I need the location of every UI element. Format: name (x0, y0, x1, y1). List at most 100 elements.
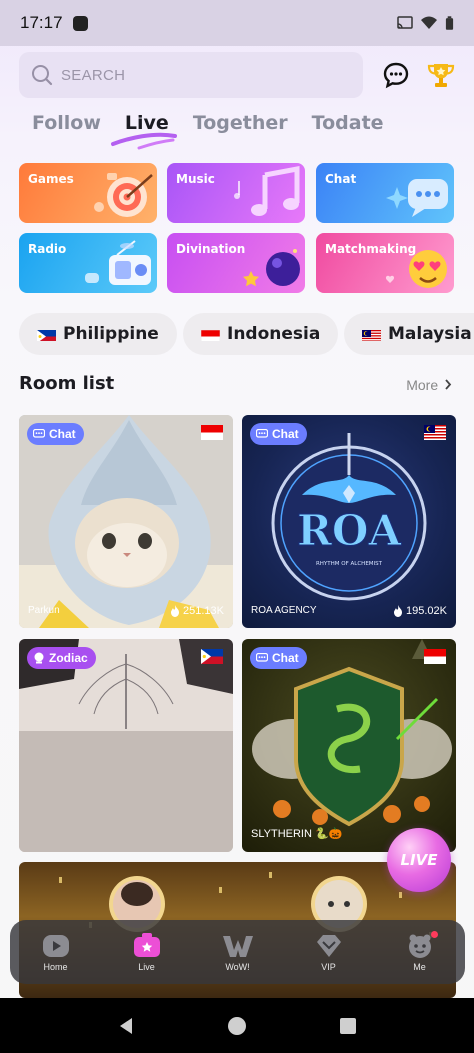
recents-icon[interactable] (338, 1016, 358, 1036)
room-card[interactable]: Chat SLYTHERIN 🐍🎃 (242, 639, 456, 852)
more-label: More (406, 377, 439, 393)
roa-logo-text: ROA (297, 506, 402, 555)
top-tabs: Follow Live Together Todate (32, 112, 408, 150)
category-music[interactable]: Music (167, 163, 305, 223)
room-tag-label: Chat (272, 427, 299, 441)
go-live-label: LIVE (400, 851, 438, 869)
slytherin-crest-image (252, 639, 452, 827)
back-icon[interactable] (116, 1016, 136, 1036)
nav-me[interactable]: Me (380, 930, 460, 972)
nav-label: Me (413, 961, 426, 972)
chat-bubble-icon (386, 179, 448, 217)
wifi-icon (421, 16, 437, 29)
room-popularity-value: 251.13K (183, 605, 224, 617)
room-tag: Zodiac (27, 647, 96, 669)
room-popularity: 195.02K (393, 605, 447, 617)
room-card[interactable]: Zodiac (19, 639, 233, 852)
room-tag: Chat (250, 423, 307, 445)
battery-icon (445, 15, 454, 30)
nav-home[interactable]: Home (16, 933, 96, 972)
nav-label: Home (43, 961, 68, 972)
indonesia-flag-icon (201, 328, 220, 341)
heart-eyes-emoji-icon (385, 250, 447, 288)
status-bar: 17:17 (0, 0, 474, 46)
ranking-button[interactable] (426, 60, 456, 90)
philippine-flag-icon (201, 649, 223, 664)
roa-logo-image: ROA RHYTHM OF ALCHEMIST (271, 433, 427, 601)
room-card[interactable]: ROA RHYTHM OF ALCHEMIST Chat ROA AGENCY … (242, 415, 456, 628)
fire-icon (394, 605, 403, 617)
profile-face-icon (408, 934, 431, 958)
crystal-ball-icon (243, 249, 300, 287)
room-cover-image (19, 415, 233, 628)
tab-live-label: Live (124, 112, 169, 134)
country-chip-label: Indonesia (227, 324, 321, 344)
nav-vip[interactable]: VIP (289, 933, 369, 972)
search-icon (32, 65, 53, 86)
nav-label: VIP (321, 961, 336, 972)
chat-tag-icon (33, 429, 45, 438)
tab-together[interactable]: Together (193, 112, 288, 134)
room-popularity: 251.13K (170, 605, 224, 617)
chat-tag-icon (256, 653, 268, 662)
status-time: 17:17 (20, 13, 63, 32)
home-play-icon (42, 934, 69, 957)
country-chip-label: Malaysia (388, 324, 472, 344)
status-icons (397, 15, 454, 31)
message-button[interactable] (381, 60, 411, 90)
nav-wow[interactable]: WoW! (198, 933, 278, 972)
cast-icon (397, 16, 413, 29)
room-tag: Chat (27, 423, 84, 445)
category-label: Chat (325, 172, 357, 186)
wow-icon (222, 935, 253, 957)
fire-icon (171, 605, 180, 617)
tab-live[interactable]: Live (110, 112, 177, 150)
country-chip-label: Philippine (63, 324, 159, 344)
country-chip-indonesia[interactable]: Indonesia (183, 313, 339, 355)
room-name: ROA AGENCY (251, 605, 317, 616)
room-tag: Chat (250, 647, 307, 669)
indonesia-flag-icon (201, 425, 223, 440)
malaysia-flag-icon (362, 328, 381, 341)
category-matchmaking[interactable]: Matchmaking (316, 233, 454, 293)
search-bar[interactable] (19, 52, 363, 98)
trophy-icon (427, 64, 455, 87)
home-icon[interactable] (227, 1016, 247, 1036)
zodiac-tag-icon (34, 652, 44, 664)
malaysia-flag-icon (424, 425, 446, 440)
category-chat[interactable]: Chat (316, 163, 454, 223)
tab-follow[interactable]: Follow (32, 112, 101, 134)
room-cover-image (19, 639, 233, 852)
category-games[interactable]: Games (19, 163, 157, 223)
category-radio[interactable]: Radio (19, 233, 157, 293)
tab-todate[interactable]: Todate (312, 112, 384, 134)
live-tv-icon (133, 932, 160, 957)
country-chip-malaysia[interactable]: Malaysia (344, 313, 474, 355)
room-name: Parkun (28, 605, 60, 616)
country-chip-philippine[interactable]: Philippine (19, 313, 177, 355)
room-card[interactable]: Chat Parkun 251.13K (19, 415, 233, 628)
system-nav-bar (0, 998, 474, 1053)
chat-bubble-icon (383, 62, 409, 89)
notification-dot (430, 930, 438, 938)
indonesia-flag-icon (424, 649, 446, 664)
philippine-flag-icon (37, 328, 56, 341)
room-name: SLYTHERIN 🐍🎃 (251, 828, 343, 840)
more-link[interactable]: More (406, 377, 452, 393)
room-tag-label: Chat (272, 651, 299, 665)
diamond-icon (316, 934, 341, 957)
category-label: Radio (28, 242, 67, 256)
roa-logo-subtitle: RHYTHM OF ALCHEMIST (316, 561, 383, 567)
nav-label: Live (138, 961, 155, 972)
category-divination[interactable]: Divination (167, 233, 305, 293)
category-label: Music (176, 172, 215, 186)
radio-icon (85, 240, 151, 285)
chat-tag-icon (256, 429, 268, 438)
room-list-title: Room list (19, 373, 115, 394)
nav-live[interactable]: Live (107, 932, 187, 972)
music-note-icon (234, 165, 300, 216)
go-live-button[interactable]: LIVE (387, 828, 451, 892)
nav-label: WoW! (225, 961, 250, 972)
search-input[interactable] (61, 66, 341, 84)
room-tag-label: Zodiac (49, 651, 88, 665)
